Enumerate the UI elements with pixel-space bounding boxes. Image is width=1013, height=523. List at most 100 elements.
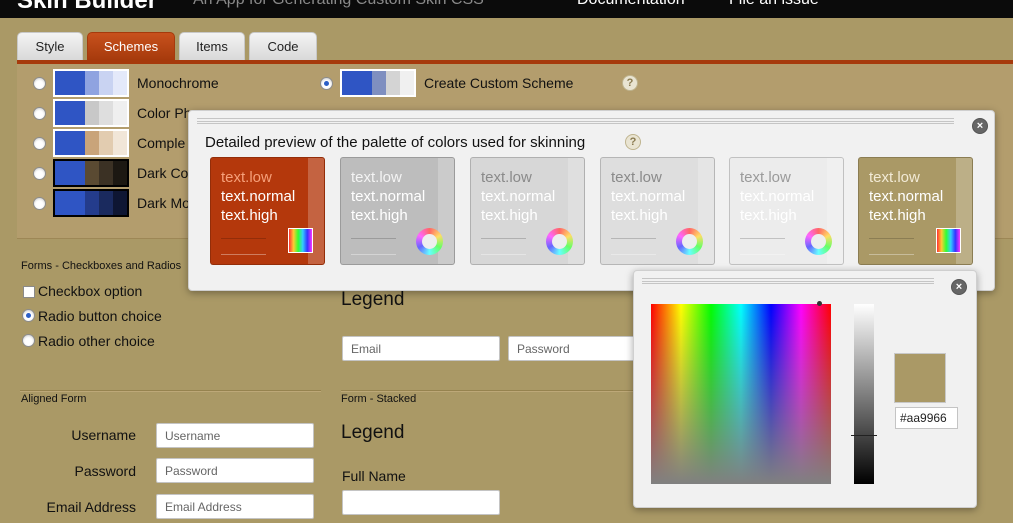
palette-card[interactable]: text.low text.normal text.high <box>858 157 973 265</box>
divider <box>740 238 785 239</box>
luminance-slider[interactable] <box>854 304 874 484</box>
close-icon[interactable]: × <box>951 279 967 295</box>
help-icon[interactable]: ? <box>625 134 641 150</box>
checkbox-option-label: Checkbox option <box>38 283 143 299</box>
scheme-option-monochrome[interactable]: Monochrome <box>33 68 219 98</box>
swatch <box>113 161 127 185</box>
swatch <box>113 101 127 125</box>
email-input[interactable] <box>156 494 314 519</box>
tab-style[interactable]: Style <box>17 32 83 60</box>
color-wheel-icon[interactable] <box>546 228 573 255</box>
text-high-sample: text.high <box>740 207 797 224</box>
scheme-swatches <box>53 159 129 187</box>
palette-card[interactable]: text.low text.normal text.high <box>340 157 455 265</box>
gradient-square-icon[interactable] <box>288 228 313 253</box>
popup-drag-handle[interactable] <box>642 278 934 284</box>
swatch <box>99 161 113 185</box>
palette-card[interactable]: text.low text.normal text.high <box>210 157 325 265</box>
text-normal-sample: text.normal <box>481 188 556 205</box>
color-picker-popup: × <box>633 270 977 508</box>
swatch <box>85 161 99 185</box>
checkbox-option[interactable] <box>23 286 35 298</box>
top-bar: Skin Builder An App for Generating Custo… <box>0 0 1013 18</box>
scheme-swatches <box>53 99 129 127</box>
popup-drag-handle[interactable] <box>197 118 954 124</box>
hex-color-input[interactable] <box>895 407 958 429</box>
luminance-marker[interactable] <box>851 435 877 436</box>
section-title-aligned: Aligned Form <box>21 393 87 405</box>
radio-other[interactable] <box>22 334 35 347</box>
palette-card[interactable]: text.low text.normal text.high <box>470 157 585 265</box>
text-normal-sample: text.normal <box>611 188 686 205</box>
close-icon[interactable]: × <box>972 118 988 134</box>
text-normal-sample: text.normal <box>869 188 944 205</box>
text-normal-sample: text.normal <box>740 188 815 205</box>
text-low-sample: text.low <box>351 169 402 186</box>
palette-card[interactable]: text.low text.normal text.high <box>600 157 715 265</box>
section-title-checkboxes: Forms - Checkboxes and Radios <box>21 260 182 272</box>
color-wheel-icon[interactable] <box>416 228 443 255</box>
scheme-radio[interactable] <box>33 166 46 180</box>
tab-schemes[interactable]: Schemes <box>87 32 175 60</box>
text-normal-sample: text.normal <box>351 188 426 205</box>
scheme-radio[interactable] <box>33 106 46 120</box>
palette-card[interactable]: text.low text.normal text.high <box>729 157 844 265</box>
swatch <box>372 71 386 95</box>
swatch <box>99 131 113 155</box>
palette-preview-popup: × Detailed preview of the palette of col… <box>188 110 995 291</box>
spectrum-marker[interactable] <box>817 301 822 306</box>
section-title-stacked: Form - Stacked <box>341 393 417 405</box>
scheme-option-color-pho[interactable]: Color Pho <box>33 98 199 128</box>
swatch <box>113 191 127 215</box>
email-label: Email Address <box>46 499 136 515</box>
password-input[interactable] <box>156 458 314 483</box>
scheme-radio[interactable] <box>33 76 46 90</box>
scheme-option-comple[interactable]: Comple <box>33 128 185 158</box>
tab-strip: Style Schemes Items Code <box>0 18 1013 60</box>
scheme-option-custom[interactable]: Create Custom Scheme <box>320 68 573 98</box>
divider <box>341 390 641 392</box>
scheme-swatches <box>53 69 129 97</box>
divider <box>481 238 526 239</box>
legend-inline: Legend <box>341 289 405 310</box>
swatch <box>342 71 372 95</box>
scheme-radio[interactable] <box>33 136 46 150</box>
tab-items[interactable]: Items <box>179 32 245 60</box>
scheme-label: Dark Co <box>137 165 189 181</box>
scheme-radio[interactable] <box>33 196 46 210</box>
text-normal-sample: text.normal <box>221 188 296 205</box>
color-wheel-icon[interactable] <box>805 228 832 255</box>
fullname-input[interactable] <box>342 490 500 515</box>
password-label: Password <box>74 463 136 479</box>
divider <box>351 254 396 255</box>
radio-choice[interactable] <box>22 309 35 322</box>
text-high-sample: text.high <box>351 207 408 224</box>
swatch <box>55 71 85 95</box>
email-inline-input[interactable] <box>342 336 500 361</box>
divider <box>611 254 656 255</box>
scheme-label: Create Custom Scheme <box>424 75 574 91</box>
color-spectrum[interactable] <box>651 304 831 484</box>
nav-documentation-link[interactable]: Documentation <box>577 0 685 9</box>
radio-other-label: Radio other choice <box>38 333 155 349</box>
color-wheel-icon[interactable] <box>676 228 703 255</box>
tab-code[interactable]: Code <box>249 32 317 60</box>
swatch <box>113 131 127 155</box>
radio-choice-label: Radio button choice <box>38 308 162 324</box>
help-icon[interactable]: ? <box>622 75 638 91</box>
gradient-square-icon[interactable] <box>936 228 961 253</box>
nav-file-issue-link[interactable]: File an issue <box>729 0 819 9</box>
scheme-option-dark-co[interactable]: Dark Co <box>33 158 188 188</box>
legend-stacked: Legend <box>341 422 405 443</box>
text-low-sample: text.low <box>481 169 532 186</box>
scheme-option-dark-mo[interactable]: Dark Mo <box>33 188 190 218</box>
divider <box>740 254 785 255</box>
scheme-swatches <box>53 129 129 157</box>
text-low-sample: text.low <box>869 169 920 186</box>
username-input[interactable] <box>156 423 314 448</box>
swatch <box>55 191 85 215</box>
swatch <box>55 101 85 125</box>
swatch <box>85 71 99 95</box>
scheme-radio-selected[interactable] <box>320 76 333 90</box>
swatch <box>85 131 99 155</box>
